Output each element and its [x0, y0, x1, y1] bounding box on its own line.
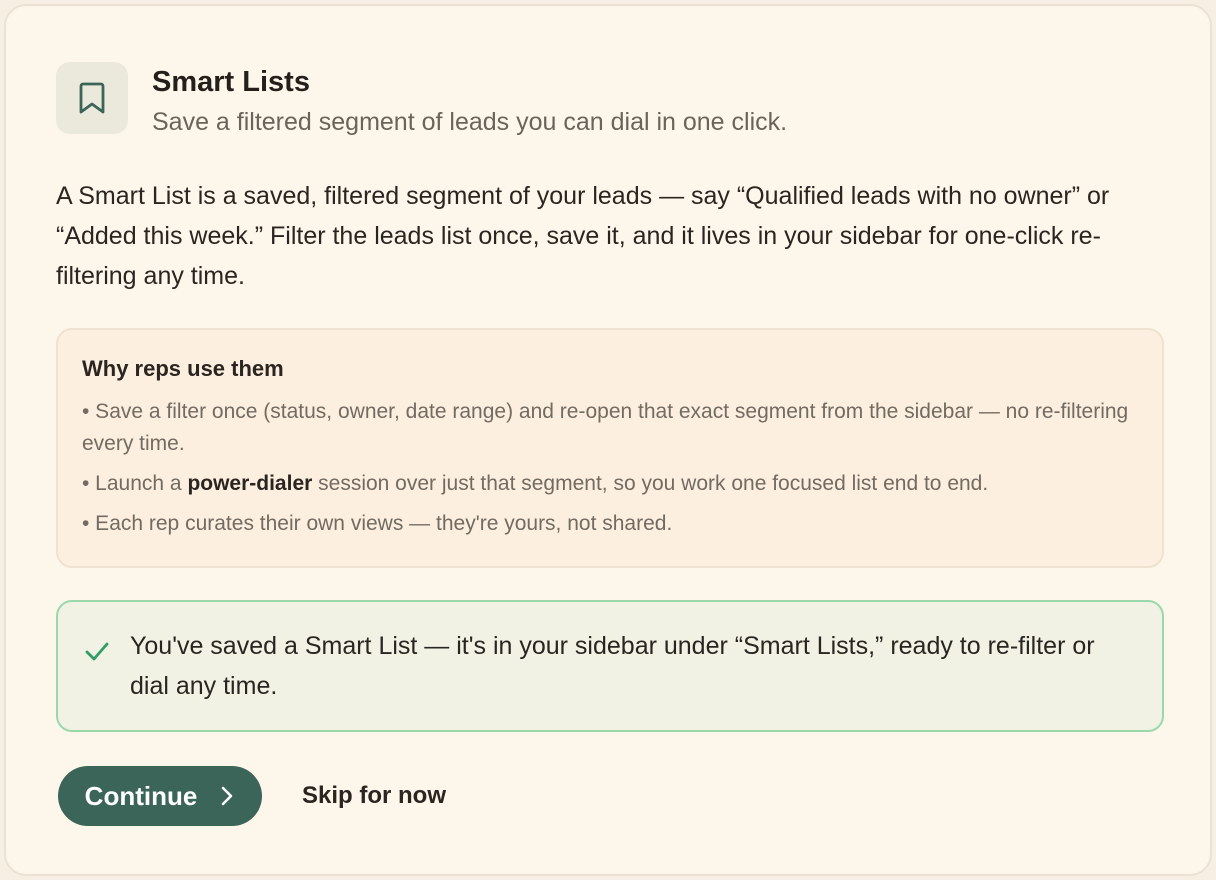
why-item: • Each rep curates their own views — the…	[82, 512, 673, 535]
chevron-right-icon	[222, 786, 233, 806]
skip-button[interactable]: Skip for now	[302, 782, 446, 810]
bookmark-icon	[79, 82, 105, 114]
onboarding-card: Smart Lists Save a filtered segment of l…	[4, 4, 1212, 876]
icon-tile	[56, 62, 128, 134]
actions: Continue Skip for now	[58, 766, 446, 826]
why-item-text: session over just that segment, so you w…	[312, 472, 989, 495]
header-text: Smart Lists Save a filtered segment of l…	[152, 62, 787, 138]
success-message: You've saved a Smart List — it's in your…	[56, 600, 1164, 732]
why-title: Why reps use them	[82, 356, 284, 381]
header: Smart Lists Save a filtered segment of l…	[56, 62, 787, 138]
power-dialer-term: power-dialer	[187, 472, 313, 495]
intro-paragraph: A Smart List is a saved, filtered segmen…	[56, 182, 1110, 290]
check-icon	[85, 642, 109, 661]
why-item: • Save a filter once (status, owner, dat…	[82, 400, 1129, 455]
continue-button[interactable]: Continue	[58, 766, 262, 826]
why-item: • Launch a power-dialer session over jus…	[82, 468, 1138, 500]
why-item-text: • Launch a	[82, 472, 188, 495]
success-text: You've saved a Smart List — it's in your…	[130, 632, 1095, 700]
why-box: Why reps use them • Save a filter once (…	[56, 328, 1164, 568]
page-subtitle: Save a filtered segment of leads you can…	[152, 108, 788, 136]
continue-label: Continue	[84, 780, 198, 811]
page-title: Smart Lists	[152, 66, 310, 98]
